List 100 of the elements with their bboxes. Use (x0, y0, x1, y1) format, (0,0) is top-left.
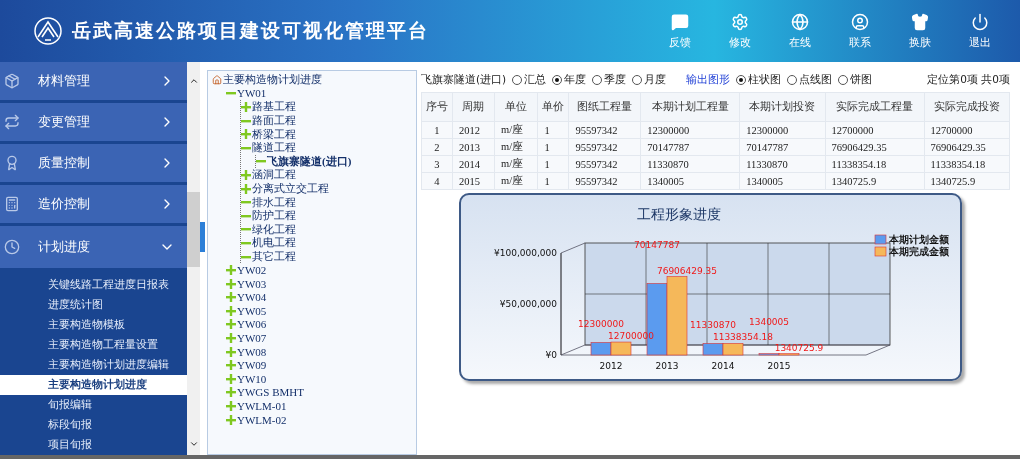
menu-item[interactable]: 变更管理 (0, 103, 187, 141)
power-icon (971, 12, 989, 31)
table-cell: 70147787 (640, 138, 740, 156)
data-label: 11330870 (690, 320, 736, 331)
tree-item[interactable]: 其它工程 (252, 249, 296, 264)
header-action[interactable]: 换肤 (890, 12, 950, 50)
tree-item[interactable]: YW01 (237, 87, 267, 100)
tree-root[interactable]: 主要构造物计划进度 (223, 72, 322, 88)
tree-item[interactable]: 绿化工程 (252, 221, 296, 237)
tree-item[interactable]: YWLM-02 (237, 413, 287, 426)
period-radio[interactable]: 汇总 (512, 73, 547, 87)
chat-icon (671, 12, 689, 31)
tree-item[interactable]: YW04 (237, 291, 267, 304)
plus-icon[interactable] (226, 292, 236, 303)
chart-type-radio[interactable]: 点线图 (787, 73, 833, 87)
table-cell: 2014 (452, 155, 495, 173)
plus-icon[interactable] (226, 414, 236, 425)
position-text: 定位第0项 共0项 (927, 73, 1010, 87)
tree-item[interactable]: 路基工程 (252, 99, 296, 115)
plus-icon[interactable] (226, 278, 236, 289)
data-label: 76906429.35 (656, 265, 718, 276)
column-header: 本期计划工程量 (640, 92, 740, 122)
submenu-item[interactable]: 主要构造物计划进度编辑 (0, 355, 187, 375)
menu-item[interactable]: 材料管理 (0, 62, 187, 100)
globe-icon (791, 12, 809, 31)
table-cell: 1340725.9 (924, 172, 1010, 190)
tree-item[interactable]: YW06 (237, 318, 267, 331)
tree-item[interactable]: YW02 (237, 264, 267, 277)
table-cell: 1 (421, 121, 453, 139)
chevron-up-icon[interactable] (188, 76, 199, 86)
chart-bar (702, 343, 724, 356)
plus-icon[interactable] (226, 373, 236, 384)
menu-item[interactable]: 质量控制 (0, 144, 187, 182)
chart-type-radio[interactable]: 柱状图 (736, 73, 782, 87)
plus-icon[interactable] (226, 319, 236, 330)
tree-item[interactable]: 隧道工程 (252, 140, 296, 156)
tree-item[interactable]: YW07 (237, 332, 267, 345)
header-action[interactable]: 联系 (830, 12, 890, 50)
scrollbar[interactable] (187, 62, 200, 455)
legend-label: 本期完成金额 (889, 246, 949, 257)
tree-item[interactable]: YW03 (237, 277, 267, 290)
plus-icon[interactable] (226, 401, 236, 412)
plus-icon[interactable] (226, 333, 236, 344)
legend-label: 本期计划金额 (889, 234, 949, 245)
table-cell: m/座 (494, 155, 538, 173)
tree-item[interactable]: YW08 (237, 345, 267, 358)
tree-item[interactable]: YWGS BMHT (237, 386, 304, 399)
tree-item[interactable]: 防护工程 (252, 208, 296, 224)
plus-icon[interactable] (226, 305, 236, 316)
tree-item[interactable]: 涵洞工程 (252, 167, 296, 183)
chart-bar (590, 342, 612, 356)
submenu-item[interactable]: 进度统计图 (0, 295, 187, 315)
chevron-down-icon[interactable] (188, 439, 199, 449)
tree-item[interactable]: 机电工程 (252, 235, 296, 251)
header-action[interactable]: 退出 (950, 12, 1010, 50)
table-cell: m/座 (494, 172, 538, 190)
plus-icon[interactable] (241, 102, 251, 112)
table-cell: 12700000 (924, 121, 1010, 139)
submenu-item[interactable]: 主要构造物工程量设置 (0, 335, 187, 355)
plus-icon[interactable] (241, 183, 251, 194)
tree-item[interactable]: 桥梁工程 (252, 126, 296, 142)
scroll-thumb[interactable] (187, 192, 200, 267)
collapse-handle[interactable] (200, 222, 205, 252)
table-cell: 2012 (452, 121, 495, 139)
submenu-item[interactable]: 项目旬报 (0, 435, 187, 455)
tree-item[interactable]: YW09 (237, 359, 267, 372)
data-label: 70147787 (634, 239, 680, 250)
submenu-item[interactable]: 主要构造物计划进度 (0, 375, 187, 395)
plus-icon[interactable] (226, 265, 236, 276)
column-header: 实际完成投资 (924, 92, 1010, 122)
tree-item[interactable]: YW05 (237, 304, 267, 317)
tree-item[interactable]: YW10 (237, 372, 267, 385)
plus-icon[interactable] (226, 346, 236, 357)
plus-icon[interactable] (241, 129, 251, 140)
period-radio[interactable]: 月度 (632, 73, 667, 87)
plus-icon[interactable] (226, 387, 236, 398)
chart-title: 工程形象进度 (636, 206, 721, 222)
period-radio[interactable]: 季度 (592, 73, 627, 87)
legend-swatch (874, 246, 887, 257)
tree-item[interactable]: 分离式立交工程 (252, 181, 329, 197)
legend-swatch (874, 234, 887, 245)
submenu-item[interactable]: 关键线路工程进度日报表 (0, 275, 187, 295)
submenu-item[interactable]: 旬报编辑 (0, 395, 187, 415)
output-chart-link[interactable]: 输出图形 (686, 73, 731, 87)
tree-item[interactable]: 飞旗寨隧道(进口) (267, 153, 352, 169)
period-radio[interactable]: 年度 (552, 73, 587, 87)
submenu-item[interactable]: 标段旬报 (0, 415, 187, 435)
axis-label: ¥0 (545, 350, 557, 360)
plus-icon[interactable] (226, 360, 236, 371)
award-icon (4, 155, 20, 171)
tree-item[interactable]: 排水工程 (252, 194, 296, 210)
data-label: 1340005 (748, 316, 790, 327)
menu-item[interactable]: 造价控制 (0, 185, 187, 223)
chart-type-radio[interactable]: 饼图 (838, 73, 873, 87)
tree-item[interactable]: YWLM-01 (237, 400, 287, 413)
submenu-item[interactable]: 主要构造物模板 (0, 315, 187, 335)
plus-icon[interactable] (241, 169, 251, 180)
menu-item[interactable]: 计划进度 (0, 226, 187, 268)
tree-item[interactable]: 路面工程 (252, 113, 296, 129)
chart-bar (610, 341, 632, 356)
